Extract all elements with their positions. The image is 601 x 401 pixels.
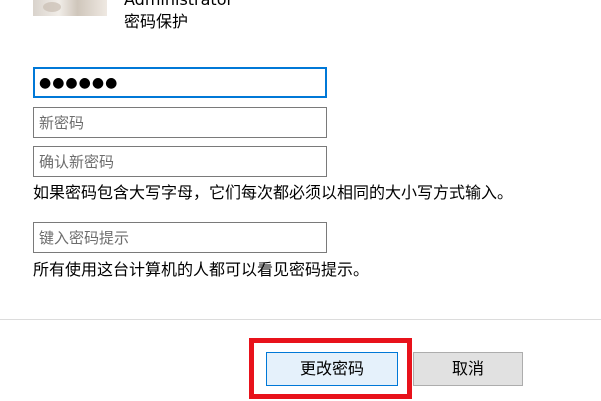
password-hint-note: 所有使用这台计算机的人都可以看见密码提示。	[33, 260, 370, 279]
case-sensitivity-note: 如果密码包含大写字母，它们每次都必须以相同的大小写方式输入。	[33, 183, 514, 202]
change-password-button[interactable]: 更改密码	[266, 352, 398, 386]
user-name: Administrator	[124, 0, 233, 10]
current-password-field[interactable]	[33, 67, 327, 98]
password-hint-field[interactable]	[33, 222, 327, 253]
confirm-password-field[interactable]	[33, 146, 327, 177]
new-password-field[interactable]	[33, 107, 327, 138]
user-avatar	[33, 0, 107, 16]
user-subtitle: 密码保护	[124, 12, 189, 31]
footer-divider	[0, 319, 601, 320]
change-password-dialog: Administrator 密码保护 如果密码包含大写字母，它们每次都必须以相同…	[0, 0, 601, 401]
cancel-button[interactable]: 取消	[413, 352, 523, 386]
